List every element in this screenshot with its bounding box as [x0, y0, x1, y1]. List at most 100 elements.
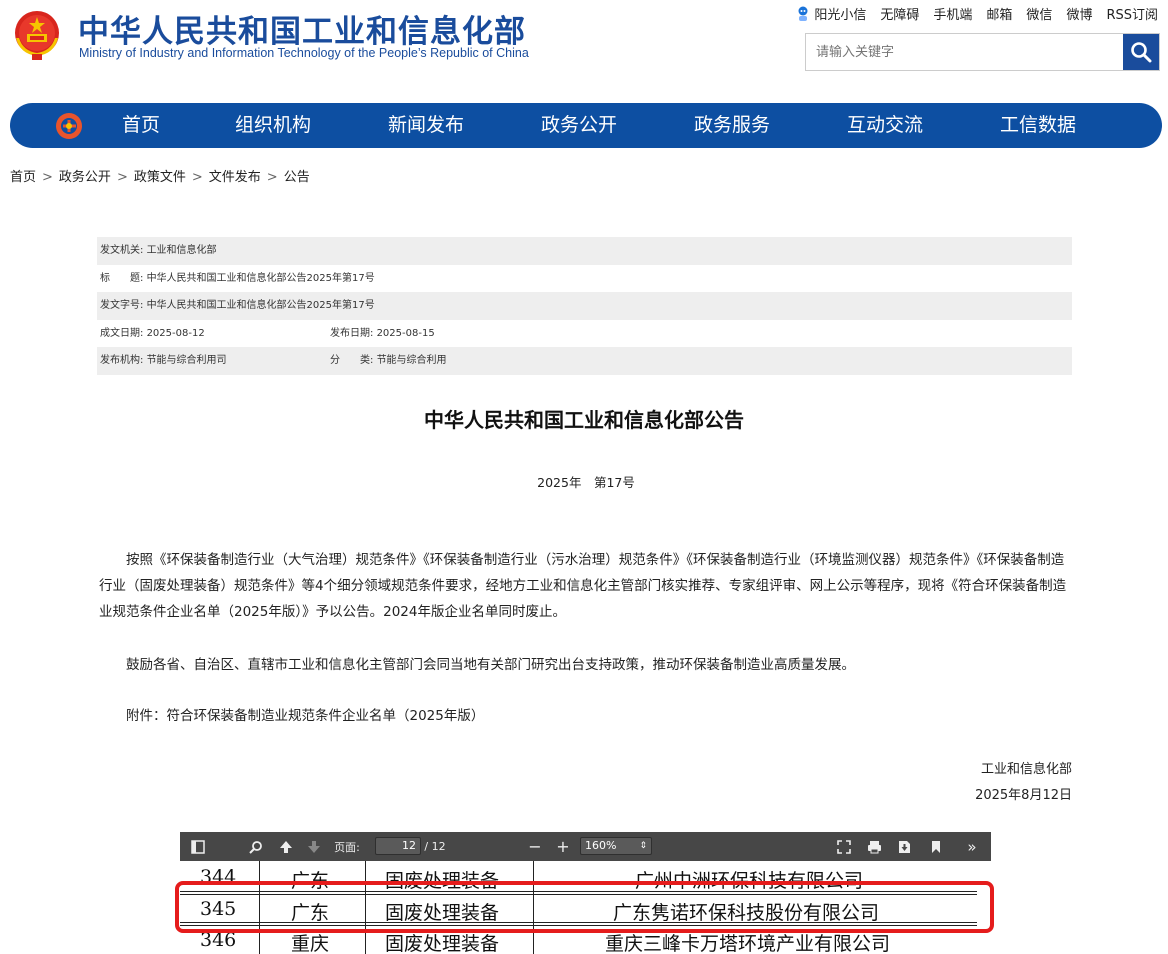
search-button[interactable] [1123, 34, 1159, 70]
breadcrumb-separator: > [42, 170, 53, 185]
toplink-rss[interactable]: RSS订阅 [1106, 4, 1158, 23]
bookmark-icon [932, 840, 940, 853]
toplink-wechat[interactable]: 微信 [1026, 4, 1052, 23]
document-attachment[interactable]: 附件：符合环保装备制造业规范条件企业名单（2025年版） [99, 703, 1074, 729]
site-title[interactable]: 中华人民共和国工业和信息化部 [78, 6, 526, 51]
meta-docnum: 发文字号: 中华人民共和国工业和信息化部公告2025年第17号 [100, 292, 375, 320]
download-icon [898, 840, 910, 853]
breadcrumb-home[interactable]: 首页 [10, 170, 36, 185]
nav-interaction[interactable]: 互动交流 [847, 103, 923, 148]
sidebar-toggle-button[interactable] [188, 832, 208, 861]
document-number: 2025年 第17号 [537, 475, 635, 490]
miit-logo-icon[interactable] [54, 111, 84, 141]
meta-label: 发布机构: [100, 355, 144, 366]
plus-icon: + [556, 837, 570, 856]
toplink-mobile[interactable]: 手机端 [933, 4, 972, 23]
print-button[interactable] [864, 832, 884, 861]
zoom-value: 160% [585, 839, 617, 852]
meta-created: 成文日期: 2025-08-12 [100, 320, 205, 348]
meta-category: 分 类: 节能与综合利用 [330, 347, 447, 375]
meta-org: 发布机构: 节能与综合利用司 [100, 347, 227, 375]
breadcrumb: 首页 > 政务公开 > 政策文件 > 文件发布 > 公告 [10, 166, 310, 185]
breadcrumb-gov-affairs[interactable]: 政务公开 [59, 170, 111, 185]
meta-row-title: 标 题: 中华人民共和国工业和信息化部公告2025年第17号 [97, 265, 1072, 293]
bookmark-button[interactable] [926, 832, 946, 861]
double-chevron-right-icon: » [967, 837, 977, 856]
document-paragraph-2: 鼓励各省、自治区、直辖市工业和信息化主管部门会同当地有关部门研究出台支持政策，推… [99, 657, 855, 673]
toplink-mail[interactable]: 邮箱 [986, 4, 1012, 23]
breadcrumb-release[interactable]: 文件发布 [209, 170, 261, 185]
meta-value: 2025-08-15 [376, 327, 435, 339]
previous-page-button[interactable] [276, 832, 296, 861]
page-label: 页面: [334, 840, 360, 854]
nav-gov-services[interactable]: 政务服务 [694, 103, 770, 148]
main-nav: 首页 组织机构 新闻发布 政务公开 政务服务 互动交流 工信数据 [10, 103, 1162, 148]
meta-value: 工业和信息化部 [146, 245, 217, 256]
breadcrumb-policy[interactable]: 政策文件 [134, 170, 186, 185]
breadcrumb-separator: > [266, 170, 278, 185]
zoom-select[interactable]: 160% ⇕ [580, 837, 652, 855]
meta-label: 发布日期: [330, 327, 374, 339]
fullscreen-icon [837, 839, 851, 854]
total-pages: / 12 [424, 840, 446, 853]
nav-organization[interactable]: 组织机构 [235, 103, 311, 148]
fullscreen-button[interactable] [834, 832, 854, 861]
find-button[interactable] [246, 832, 266, 861]
meta-value: 节能与综合利用司 [146, 355, 227, 366]
more-tools-button[interactable]: » [960, 832, 984, 861]
search-icon [1131, 42, 1152, 63]
toplink-weibo[interactable]: 微博 [1066, 4, 1092, 23]
top-links: 阳光小信 无障碍 手机端 邮箱 微信 微博 RSS订阅 [796, 4, 1158, 23]
download-button[interactable] [894, 832, 914, 861]
breadcrumb-separator: > [116, 170, 128, 185]
meta-label: 分 类: [330, 355, 374, 366]
meta-row-org: 发布机构: 节能与综合利用司 分 类: 节能与综合利用 [97, 347, 1072, 375]
zoom-out-button[interactable]: − [526, 832, 544, 861]
search-box [805, 33, 1160, 71]
document-meta: 发文机关: 工业和信息化部 标 题: 中华人民共和国工业和信息化部公告2025年… [97, 237, 1072, 375]
print-icon [867, 840, 881, 853]
arrow-up-icon [280, 840, 292, 853]
document-paragraph-1: 按照《环保装备制造行业（大气治理）规范条件》《环保装备制造行业（污水治理）规范条… [99, 552, 1067, 620]
document-title: 中华人民共和国工业和信息化部公告 [424, 408, 744, 432]
robot-icon[interactable] [796, 6, 810, 22]
page-number-input[interactable]: 12 [375, 837, 421, 855]
toplink-sunshine[interactable]: 阳光小信 [814, 4, 866, 23]
minus-icon: − [528, 837, 542, 856]
meta-value: 中华人民共和国工业和信息化部公告2025年第17号 [146, 272, 375, 284]
meta-label: 成文日期: [100, 327, 144, 339]
meta-row-dates: 成文日期: 2025-08-12 发布日期: 2025-08-15 [97, 320, 1072, 348]
magnifier-icon [249, 840, 262, 854]
meta-value: 2025-08-12 [146, 327, 205, 339]
breadcrumb-notice[interactable]: 公告 [284, 170, 310, 185]
meta-label: 发文机关: [100, 245, 144, 256]
toplink-accessibility[interactable]: 无障碍 [880, 4, 919, 23]
nav-data[interactable]: 工信数据 [1000, 103, 1076, 148]
meta-published: 发布日期: 2025-08-15 [330, 320, 435, 348]
nav-home[interactable]: 首页 [122, 103, 160, 148]
meta-issuer: 发文机关: 工业和信息化部 [100, 237, 217, 265]
nav-news[interactable]: 新闻发布 [388, 103, 464, 148]
arrow-down-icon [308, 840, 320, 853]
meta-label: 发文字号: [100, 300, 144, 311]
meta-title: 标 题: 中华人民共和国工业和信息化部公告2025年第17号 [100, 265, 375, 293]
site-subtitle: Ministry of Industry and Information Tec… [79, 46, 529, 60]
chevron-updown-icon: ⇕ [639, 841, 647, 851]
breadcrumb-separator: > [191, 170, 203, 185]
zoom-in-button[interactable]: + [554, 832, 572, 861]
meta-value: 中华人民共和国工业和信息化部公告2025年第17号 [146, 300, 375, 311]
meta-label: 标 题: [100, 272, 144, 284]
highlight-box [175, 881, 994, 933]
meta-value: 节能与综合利用 [376, 355, 447, 366]
search-input[interactable] [806, 34, 1136, 70]
sidebar-icon [191, 839, 205, 854]
next-page-button[interactable] [304, 832, 324, 861]
national-emblem-icon[interactable] [10, 8, 64, 62]
signature-date: 2025年8月12日 [975, 788, 1072, 803]
site-header: 中华人民共和国工业和信息化部 Ministry of Industry and … [0, 0, 1168, 100]
nav-gov-affairs[interactable]: 政务公开 [541, 103, 617, 148]
meta-row-issuer: 发文机关: 工业和信息化部 [97, 237, 1072, 265]
meta-row-docnum: 发文字号: 中华人民共和国工业和信息化部公告2025年第17号 [97, 292, 1072, 320]
signature-org: 工业和信息化部 [980, 762, 1072, 777]
pdf-toolbar: 页面: 12 / 12 − + 160% ⇕ » [180, 832, 991, 861]
